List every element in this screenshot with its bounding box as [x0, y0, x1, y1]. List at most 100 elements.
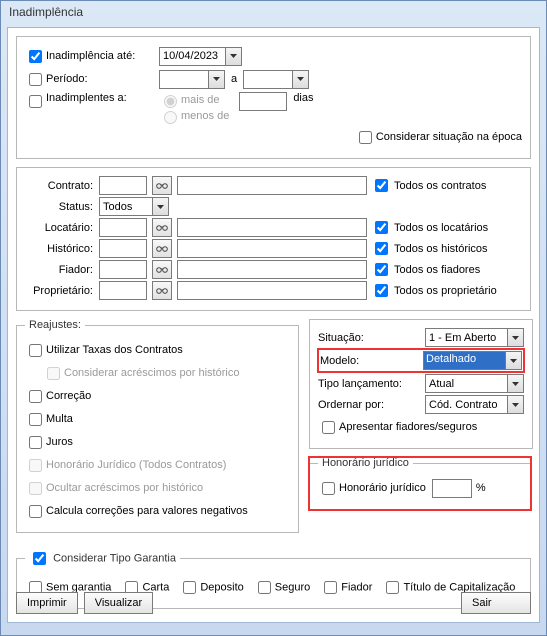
todos-contratos-checkbox[interactable] — [375, 179, 388, 192]
ocultar-acrescimos-label: Ocultar acréscimos por histórico — [46, 482, 203, 494]
modelo-value[interactable]: Detalhado — [423, 351, 505, 370]
considerar-garantia-label: Considerar Tipo Garantia — [53, 552, 176, 564]
calcula-neg-checkbox[interactable] — [29, 505, 42, 518]
reajustes-group: Reajustes: Utilizar Taxas dos Contratos … — [16, 319, 299, 533]
inadimplentes-checkbox[interactable] — [29, 95, 42, 108]
honorario-label: Honorário jurídico — [339, 482, 426, 494]
status-label: Status: — [25, 201, 97, 213]
locatario-name-input[interactable] — [177, 218, 367, 237]
historico-code-input[interactable] — [99, 239, 147, 258]
entity-filter-group: Contrato: Todos os contratos Status: Loc… — [16, 167, 531, 311]
todos-proprietario-checkbox[interactable] — [375, 284, 388, 297]
periodo-label: Período: — [46, 73, 159, 85]
inadimp-ate-date[interactable] — [159, 47, 242, 66]
multa-checkbox[interactable] — [29, 413, 42, 426]
situacao-label: Situação: — [318, 332, 423, 344]
dias-input[interactable] — [239, 92, 287, 111]
modelo-select[interactable]: Detalhado — [423, 351, 522, 370]
right-column: Situação: Modelo: Detalhado — [309, 319, 531, 541]
inadimp-ate-input[interactable] — [159, 47, 225, 66]
dropdown-icon[interactable] — [292, 70, 309, 89]
proprietario-name-input[interactable] — [177, 281, 367, 300]
search-icon[interactable] — [152, 281, 172, 300]
situacao-select[interactable] — [425, 328, 524, 347]
dropdown-icon[interactable] — [505, 351, 522, 370]
inadimplentes-label: Inadimplentes a: — [46, 92, 159, 104]
imprimir-button[interactable]: Imprimir — [16, 592, 78, 614]
status-value[interactable] — [99, 197, 152, 216]
inadimp-ate-label: Inadimplência até: — [46, 50, 159, 62]
tipo-lanc-value[interactable] — [425, 374, 507, 393]
modelo-label: Modelo: — [320, 355, 421, 367]
locatario-code-input[interactable] — [99, 218, 147, 237]
periodo-to[interactable] — [243, 70, 309, 89]
situacao-value[interactable] — [425, 328, 507, 347]
fiador-name-input[interactable] — [177, 260, 367, 279]
apresentar-fiadores-checkbox[interactable] — [322, 421, 335, 434]
search-icon[interactable] — [152, 176, 172, 195]
radio-mais — [164, 95, 177, 108]
dropdown-icon[interactable] — [208, 70, 225, 89]
tipo-lanc-select[interactable] — [425, 374, 524, 393]
todos-historicos-checkbox[interactable] — [375, 242, 388, 255]
search-icon[interactable] — [152, 218, 172, 237]
todos-locatarios-checkbox[interactable] — [375, 221, 388, 234]
middle-columns: Reajustes: Utilizar Taxas dos Contratos … — [16, 319, 531, 541]
periodo-to-input[interactable] — [243, 70, 292, 89]
todos-contratos-label: Todos os contratos — [394, 180, 486, 192]
search-icon[interactable] — [152, 239, 172, 258]
honorario-group: Honorário jurídico Honorário jurídico % — [309, 457, 531, 510]
radio-menos — [164, 111, 177, 124]
honorario-legend: Honorário jurídico — [318, 457, 413, 469]
window-title: Inadimplência — [1, 1, 546, 23]
periodo-from[interactable] — [159, 70, 225, 89]
juros-label: Juros — [46, 436, 73, 448]
apresentar-fiadores-label: Apresentar fiadores/seguros — [339, 421, 477, 433]
honorario-todos-checkbox — [29, 459, 42, 472]
dropdown-icon[interactable] — [152, 197, 169, 216]
fiador-label: Fiador: — [25, 264, 97, 276]
multa-label: Multa — [46, 413, 73, 425]
considerar-epoca-checkbox[interactable] — [359, 131, 372, 144]
periodo-from-input[interactable] — [159, 70, 208, 89]
taxas-checkbox[interactable] — [29, 344, 42, 357]
sair-button[interactable]: Sair — [461, 592, 531, 614]
inadimp-ate-checkbox[interactable] — [29, 50, 42, 63]
todos-proprietario-label: Todos os proprietário — [394, 285, 497, 297]
garantia-legend: Considerar Tipo Garantia — [25, 549, 180, 568]
footer-buttons: Imprimir Visualizar Sair — [16, 592, 531, 614]
correcao-checkbox[interactable] — [29, 390, 42, 403]
dropdown-icon[interactable] — [507, 374, 524, 393]
options-group: Situação: Modelo: Detalhado — [309, 319, 533, 449]
proprietario-code-input[interactable] — [99, 281, 147, 300]
contrato-name-input[interactable] — [177, 176, 367, 195]
contrato-label: Contrato: — [25, 180, 97, 192]
content-panel: Inadimplência até: Período: a — [7, 27, 540, 623]
date-filter-group: Inadimplência até: Período: a — [16, 36, 531, 159]
search-icon[interactable] — [152, 260, 172, 279]
historico-name-input[interactable] — [177, 239, 367, 258]
dropdown-icon[interactable] — [507, 395, 524, 414]
status-select[interactable] — [99, 197, 169, 216]
contrato-code-input[interactable] — [99, 176, 147, 195]
honorario-input[interactable] — [432, 479, 472, 498]
proprietario-label: Proprietário: — [25, 285, 97, 297]
ordenar-label: Ordernar por: — [318, 399, 423, 411]
fiador-code-input[interactable] — [99, 260, 147, 279]
taxas-label: Utilizar Taxas dos Contratos — [46, 344, 183, 356]
visualizar-button[interactable]: Visualizar — [84, 592, 154, 614]
ordenar-select[interactable] — [425, 395, 524, 414]
todos-historicos-label: Todos os históricos — [394, 243, 488, 255]
acrescimos-hist-label: Considerar acréscimos por histórico — [64, 367, 239, 379]
radio-mais-label: mais de — [181, 94, 220, 106]
todos-fiadores-checkbox[interactable] — [375, 263, 388, 276]
ordenar-value[interactable] — [425, 395, 507, 414]
honorario-checkbox[interactable] — [322, 482, 335, 495]
considerar-garantia-checkbox[interactable] — [33, 552, 46, 565]
todos-locatarios-label: Todos os locatários — [394, 222, 488, 234]
periodo-checkbox[interactable] — [29, 73, 42, 86]
juros-checkbox[interactable] — [29, 436, 42, 449]
reajustes-legend: Reajustes: — [25, 319, 85, 331]
dropdown-icon[interactable] — [507, 328, 524, 347]
dropdown-icon[interactable] — [225, 47, 242, 66]
